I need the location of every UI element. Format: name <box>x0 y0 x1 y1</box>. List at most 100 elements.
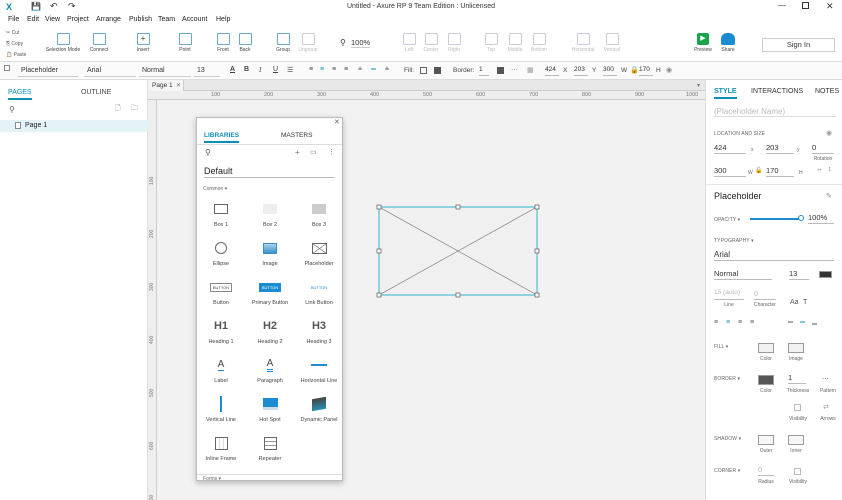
selection-mode-button[interactable]: Selection Mode <box>44 27 82 53</box>
valign-top-icon[interactable]: ⩮ <box>358 66 362 74</box>
text-shadow-icon[interactable]: T <box>803 299 807 306</box>
border-color-swatch[interactable] <box>497 67 504 74</box>
share-button[interactable]: Share <box>717 27 739 53</box>
minimize-icon[interactable]: — <box>778 1 786 10</box>
widget-ellipse[interactable]: Ellipse <box>197 237 245 267</box>
align-left-text-icon[interactable]: ≡ <box>714 319 718 326</box>
line-height-input[interactable]: 15 (auto) <box>714 289 744 300</box>
align-center-text-icon[interactable]: ≡ <box>726 319 730 326</box>
opacity-input[interactable]: 100% <box>808 213 834 224</box>
corner-visibility-icon[interactable] <box>794 468 801 475</box>
widget-placeholder[interactable]: Placeholder <box>295 237 343 267</box>
cut-button[interactable]: ✂ Cut <box>6 30 19 36</box>
y-input[interactable]: 203 <box>574 66 588 76</box>
library-folder-icon[interactable]: ▭ <box>310 148 317 156</box>
back-button[interactable]: Back <box>233 27 257 53</box>
border-visibility-icon[interactable] <box>794 404 801 411</box>
widget-paragraph[interactable]: A Paragraph <box>246 354 294 384</box>
lock-ratio-icon[interactable]: 🔓 <box>755 167 762 174</box>
menu-account[interactable]: Account <box>182 16 207 23</box>
page-tab[interactable]: Page 1 ✕ <box>148 80 184 91</box>
paste-button[interactable]: 📋 Paste <box>6 52 26 58</box>
border-color-swatch[interactable] <box>758 375 774 385</box>
bold-icon[interactable]: B <box>244 66 249 73</box>
valign-bottom-icon[interactable]: ⩮ <box>385 66 389 74</box>
text-color-icon[interactable]: A <box>230 66 235 73</box>
menu-help[interactable]: Help <box>216 16 230 23</box>
border-pattern-icon[interactable]: ⋯ <box>511 66 518 74</box>
align-center-button[interactable]: Center <box>420 27 442 53</box>
outer-shadow-swatch[interactable] <box>758 435 774 445</box>
widget-hot-spot[interactable]: Hot Spot <box>246 393 294 423</box>
distribute-vertical-button[interactable]: Vertical <box>599 27 625 53</box>
widget-horizontal-line[interactable]: Horizontal Line <box>295 354 343 384</box>
tab-outline[interactable]: OUTLINE <box>81 89 111 96</box>
distribute-horizontal-button[interactable]: Horizontal <box>568 27 598 53</box>
widget-box-1[interactable]: Box 1 <box>197 198 245 228</box>
justify-text-icon[interactable]: ≡ <box>750 319 754 326</box>
add-library-icon[interactable]: + <box>295 148 300 157</box>
tab-pages[interactable]: PAGES <box>8 89 32 100</box>
fit-height-icon[interactable]: ↕ <box>828 166 832 173</box>
add-folder-icon[interactable]: 🗀 <box>131 104 138 115</box>
widget-heading-2[interactable]: H2 Heading 2 <box>246 315 294 345</box>
valign-middle-text-icon[interactable]: ═ <box>800 319 805 326</box>
font-family-select[interactable]: Arial <box>714 250 834 261</box>
close-popup-icon[interactable]: ✕ <box>334 118 340 126</box>
library-select[interactable]: Default <box>204 166 335 178</box>
style-name-select[interactable]: Placeholder <box>714 191 762 201</box>
search-icon[interactable]: ⚲ <box>205 148 211 157</box>
font-weight-select[interactable]: Normal <box>714 269 772 280</box>
font-weight-select[interactable]: Normal <box>139 65 191 77</box>
align-right-button[interactable]: Right <box>443 27 465 53</box>
tab-libraries[interactable]: LIBRARIES <box>204 132 240 143</box>
widget-vertical-line[interactable]: Vertical Line <box>197 393 245 423</box>
fill-image-swatch[interactable] <box>788 343 804 353</box>
tab-interactions[interactable]: INTERACTIONS <box>751 88 803 95</box>
y-input[interactable]: 203 <box>766 143 794 154</box>
widget-button[interactable]: BUTTON Button <box>197 276 245 306</box>
text-align-center-icon[interactable]: ≡ <box>320 66 324 73</box>
preview-button[interactable]: ▶ Preview <box>692 27 714 53</box>
border-pattern-icon[interactable]: ⋯ <box>822 375 829 383</box>
text-align-left-icon[interactable]: ≡ <box>309 66 313 73</box>
valign-top-text-icon[interactable]: ═ <box>788 319 793 326</box>
corner-radius-input[interactable]: 0 <box>758 465 774 476</box>
height-input[interactable]: 170 <box>766 166 794 177</box>
menu-edit[interactable]: Edit <box>27 16 39 23</box>
align-bottom-button[interactable]: Bottom <box>527 27 551 53</box>
style-select[interactable]: Placeholder <box>18 65 78 77</box>
placeholder-widget[interactable] <box>375 204 541 299</box>
visibility-eye-icon[interactable]: ◉ <box>826 129 832 137</box>
edit-style-icon[interactable]: ✎ <box>826 192 832 200</box>
tab-dropdown-icon[interactable]: ▾ <box>697 82 700 89</box>
border-width-input[interactable]: 1 <box>479 66 489 76</box>
width-input[interactable]: 300 <box>603 66 617 76</box>
close-window-icon[interactable]: ✕ <box>826 1 834 12</box>
sign-in-button[interactable]: Sign In <box>762 38 835 52</box>
arrows-icon[interactable]: ⇄ <box>823 403 829 411</box>
search-icon[interactable]: ⚲ <box>9 105 15 114</box>
menu-view[interactable]: View <box>45 16 60 23</box>
tab-masters[interactable]: MASTERS <box>281 132 312 139</box>
menu-arrange[interactable]: Arrange <box>96 16 121 23</box>
widget-heading-3[interactable]: H3 Heading 3 <box>295 315 343 345</box>
insert-button[interactable]: + Insert <box>130 27 156 53</box>
x-input[interactable]: 424 <box>545 66 559 76</box>
valign-middle-icon[interactable]: ═ <box>371 66 376 73</box>
page-list-item[interactable]: Page 1 <box>0 120 148 132</box>
lock-ratio-icon[interactable]: 🔒 <box>630 66 639 74</box>
widget-label-text[interactable]: A Label <box>197 354 245 384</box>
menu-project[interactable]: Project <box>67 16 89 23</box>
rotation-input[interactable]: 0 <box>812 143 834 154</box>
character-spacing-input[interactable]: 0 <box>754 289 776 300</box>
tab-style[interactable]: STYLE <box>714 88 737 99</box>
width-input[interactable]: 300 <box>714 166 746 177</box>
widget-image[interactable]: Image <box>246 237 294 267</box>
widget-link-button[interactable]: BUTTON Link Button <box>295 276 343 307</box>
widget-inline-frame[interactable]: Inline Frame <box>197 432 245 462</box>
front-button[interactable]: Front <box>211 27 235 53</box>
more-options-icon[interactable]: ⋮ <box>328 148 335 156</box>
height-input[interactable]: 170 <box>639 66 653 76</box>
tab-notes[interactable]: NOTES <box>815 88 839 95</box>
